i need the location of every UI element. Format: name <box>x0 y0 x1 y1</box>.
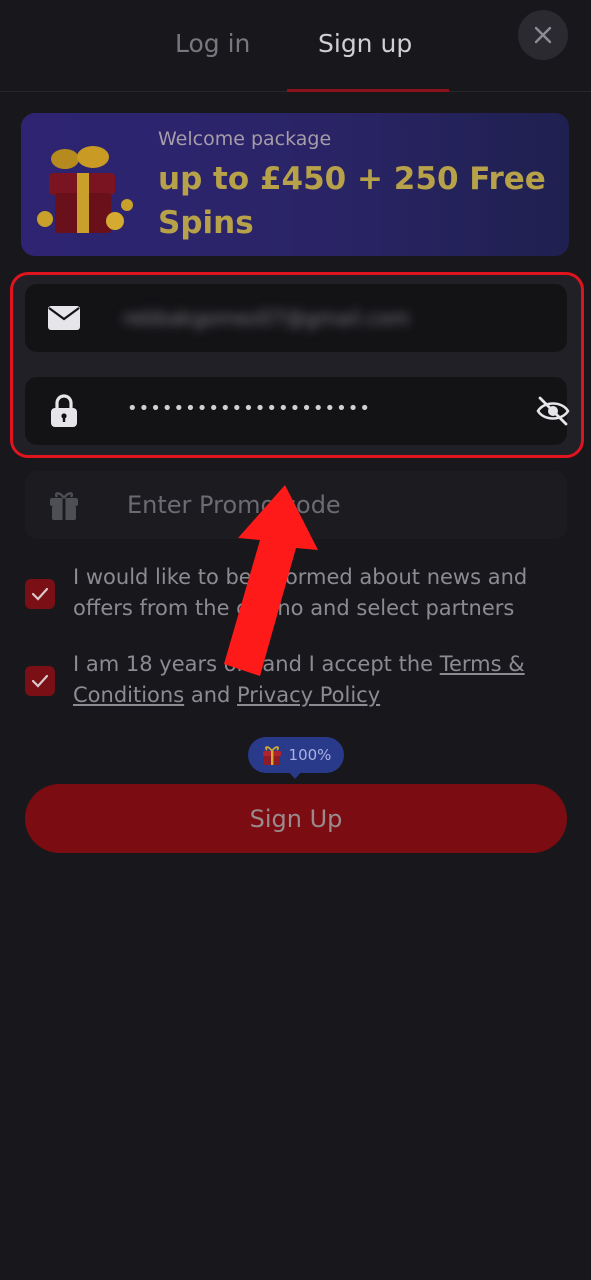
gift-coins-icon <box>37 146 133 233</box>
gift-icon <box>47 488 81 522</box>
signup-screen: Log in Sign up Welcome package up to £45… <box>0 0 591 1280</box>
terms-label-prefix: I am 18 years old and I accept the <box>73 652 440 676</box>
tab-signup[interactable]: Sign up <box>318 24 412 64</box>
terms-consent-label: I am 18 years old and I accept the Terms… <box>73 649 573 711</box>
terms-checkbox[interactable] <box>25 666 55 696</box>
banner-title: up to £450 + 250 Free Spins <box>158 161 546 241</box>
lock-icon <box>47 394 81 428</box>
promo-code-field[interactable]: Enter Promo code <box>25 471 567 539</box>
promo-code-placeholder: Enter Promo code <box>127 491 341 519</box>
bonus-progress-badge: 100% <box>248 737 344 779</box>
email-field[interactable]: rebbakgomez07@gmail.com <box>25 284 567 352</box>
gift-icon <box>262 746 281 765</box>
tab-login[interactable]: Log in <box>175 24 250 64</box>
terms-label-mid: and <box>184 683 238 707</box>
newsletter-consent-label: I would like to be informed about news a… <box>73 565 528 620</box>
banner-kicker: Welcome package <box>158 128 332 150</box>
auth-tabs: Log in Sign up <box>0 0 591 92</box>
toggle-password-visibility-button[interactable] <box>533 391 573 431</box>
password-value: ••••••••••••••••••••• <box>127 398 371 419</box>
close-icon <box>534 26 552 44</box>
email-value: rebbakgomez07@gmail.com <box>123 306 410 330</box>
password-field[interactable]: ••••••••••••••••••••• <box>25 377 570 445</box>
mail-icon <box>47 301 81 335</box>
checkmark-icon <box>31 674 49 688</box>
active-tab-indicator <box>287 89 449 92</box>
sign-up-button[interactable]: Sign Up <box>25 784 567 853</box>
badge-text: 100% <box>288 746 332 764</box>
privacy-policy-link[interactable]: Privacy Policy <box>237 683 380 707</box>
welcome-banner[interactable]: Welcome package up to £450 + 250 Free Sp… <box>21 113 569 256</box>
close-button[interactable] <box>518 10 568 60</box>
checkmark-icon <box>31 587 49 601</box>
eye-off-icon <box>536 396 570 426</box>
newsletter-checkbox[interactable] <box>25 579 55 609</box>
